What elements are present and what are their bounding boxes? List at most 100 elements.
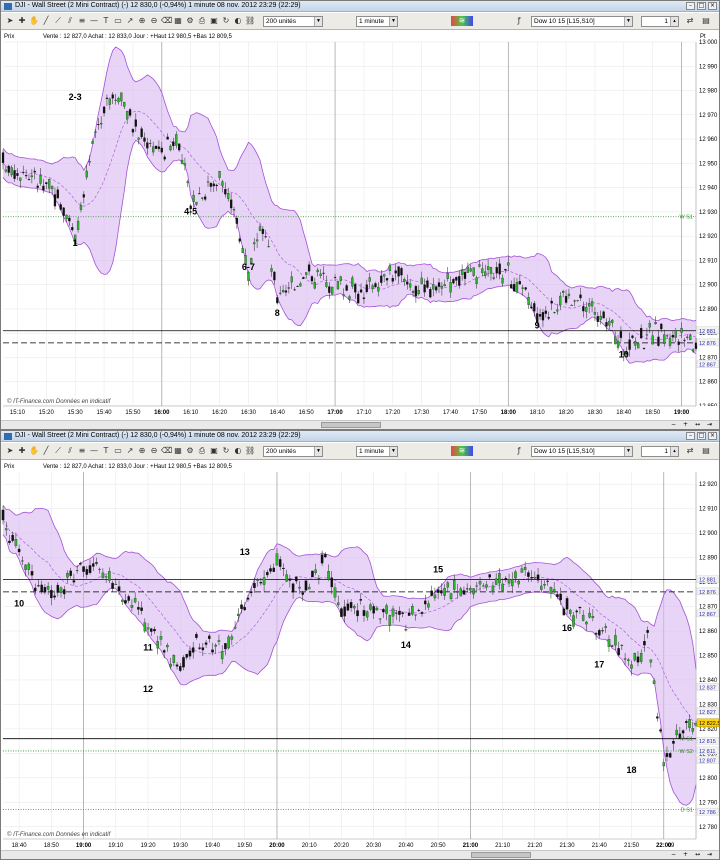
chevron-down-icon[interactable]: ▼ [389,447,397,456]
chart-type-icon[interactable]: ≋ [451,16,473,26]
ray-tool-icon[interactable]: ⟋ [53,446,63,456]
print-icon[interactable]: ⎙ [197,446,207,456]
zoom-in-icon[interactable]: + [681,421,690,429]
panel-icon[interactable]: ▤ [701,16,711,26]
candle [501,277,504,284]
zoom-out-icon[interactable]: ⊖ [149,446,159,456]
fit-icon[interactable]: ↔ [693,851,702,859]
chevron-down-icon[interactable]: ▼ [624,17,632,26]
sync-icon[interactable]: ⇄ [685,446,695,456]
candle [276,297,279,304]
hand-tool-icon[interactable]: ✋ [29,16,39,26]
arrow-tool-icon[interactable]: ↗ [125,446,135,456]
zoom-in-icon[interactable]: ⊕ [137,16,147,26]
window-titlebar[interactable]: DJI - Wall Street (2 Mini Contract) (-) … [1,1,719,12]
stepper-arrows-icon[interactable]: ▴ [670,447,678,456]
channel-tool-icon[interactable]: ⫽ [65,446,75,456]
interval-select[interactable]: 1 minute ▼ [356,446,398,457]
scrollbar-thumb[interactable] [471,852,531,858]
fit-icon[interactable]: ↔ [693,421,702,429]
chevron-down-icon[interactable]: ▼ [624,447,632,456]
price-chart-top[interactable]: Prix Vente : 12 827,0 Achat : 12 833,0 Jo… [1,31,719,417]
candle [662,762,666,767]
shape-tool-icon[interactable]: ▭ [113,16,123,26]
save-icon[interactable]: ▣ [209,16,219,26]
count-stepper[interactable]: 1 ▴ [641,446,679,457]
grid-tool-icon[interactable]: ▦ [173,16,183,26]
zoom-in-icon[interactable]: + [681,851,690,859]
ray-tool-icon[interactable]: ⟋ [53,16,63,26]
crosshair-tool-icon[interactable]: ✚ [17,446,27,456]
settings-icon[interactable]: ⚙ [185,16,195,26]
link-icon[interactable]: ⛓ [245,16,255,26]
refresh-icon[interactable]: ↻ [221,446,231,456]
stepper-arrows-icon[interactable]: ▴ [670,17,678,26]
fibonacci-tool-icon[interactable]: ≡ [77,446,87,456]
cursor-tool-icon[interactable]: ➤ [5,446,15,456]
candle [397,266,400,277]
level-tag-label: 12 815 [699,739,716,745]
candle [601,630,604,632]
shape-tool-icon[interactable]: ▭ [113,446,123,456]
grid-tool-icon[interactable]: ▦ [173,446,183,456]
zoom-out-icon[interactable]: ⊖ [149,16,159,26]
chart-type-icon[interactable]: ≋ [451,446,473,456]
candle [691,349,695,352]
save-icon[interactable]: ▣ [209,446,219,456]
zoom-out-icon[interactable]: − [669,421,678,429]
close-icon[interactable]: × [708,2,717,10]
time-tick-label: 15:20 [39,410,55,416]
count-stepper[interactable]: 1 ▴ [641,16,679,27]
hline-tool-icon[interactable]: — [89,446,99,456]
chart-window-top[interactable]: DJI - Wall Street (2 Mini Contract) (-) … [0,0,720,430]
cursor-tool-icon[interactable]: ➤ [5,16,15,26]
candle [449,593,453,600]
hand-tool-icon[interactable]: ✋ [29,446,39,456]
line-tool-icon[interactable]: ╱ [41,446,51,456]
maximize-icon[interactable]: □ [697,2,706,10]
sync-icon[interactable]: ⇄ [685,16,695,26]
chevron-down-icon[interactable]: ▼ [389,17,397,26]
chevron-down-icon[interactable]: ▼ [314,447,322,456]
eraser-tool-icon[interactable]: ⌫ [161,16,172,26]
print-icon[interactable]: ⎙ [197,16,207,26]
scrollbar-thumb[interactable] [321,422,381,428]
fibonacci-tool-icon[interactable]: ≡ [77,16,87,26]
candle [573,300,576,302]
maximize-icon[interactable]: □ [697,432,706,440]
line-tool-icon[interactable]: ╱ [41,16,51,26]
eraser-tool-icon[interactable]: ⌫ [161,446,172,456]
chevron-down-icon[interactable]: ▼ [314,17,322,26]
indicator-icon[interactable]: ƒ [514,446,524,456]
scroll-end-icon[interactable]: ⇥ [705,421,714,429]
channel-tool-icon[interactable]: ⫽ [65,16,75,26]
close-icon[interactable]: × [708,432,717,440]
crosshair-tool-icon[interactable]: ✚ [17,16,27,26]
minimize-icon[interactable]: – [686,2,695,10]
chart-scrollbar[interactable]: − + ↔ ⇥ [1,850,719,859]
color-icon[interactable]: ◐ [233,16,243,26]
units-select[interactable]: 200 unités ▼ [263,446,323,457]
arrow-tool-icon[interactable]: ↗ [125,16,135,26]
refresh-icon[interactable]: ↻ [221,16,231,26]
link-icon[interactable]: ⛓ [245,446,255,456]
indicator-select[interactable]: Dow 10 15 [L15,S10] ▼ [531,16,633,27]
minimize-icon[interactable]: – [686,432,695,440]
settings-icon[interactable]: ⚙ [185,446,195,456]
chart-scrollbar[interactable]: − + ↔ ⇥ [1,420,719,429]
units-select[interactable]: 200 unités ▼ [263,16,323,27]
panel-icon[interactable]: ▤ [701,446,711,456]
zoom-in-icon[interactable]: ⊕ [137,446,147,456]
indicator-select[interactable]: Dow 10 15 [L15,S10] ▼ [531,446,633,457]
zoom-out-icon[interactable]: − [669,851,678,859]
chart-window-bottom[interactable]: DJI - Wall Street (2 Mini Contract) (-) … [0,430,720,860]
window-titlebar[interactable]: DJI - Wall Street (2 Mini Contract) (-) … [1,431,719,442]
indicator-icon[interactable]: ƒ [514,16,524,26]
text-tool-icon[interactable]: T [101,16,111,26]
scroll-end-icon[interactable]: ⇥ [705,851,714,859]
color-icon[interactable]: ◐ [233,446,243,456]
text-tool-icon[interactable]: T [101,446,111,456]
price-chart-bottom[interactable]: Prix Vente : 12 827,0 Achat : 12 833,0 Jo… [1,461,719,850]
interval-select[interactable]: 1 minute ▼ [356,16,398,27]
hline-tool-icon[interactable]: — [89,16,99,26]
